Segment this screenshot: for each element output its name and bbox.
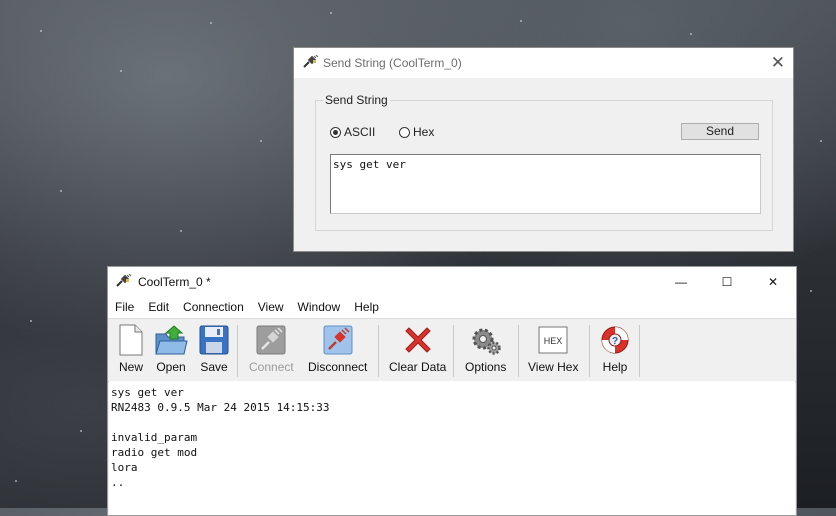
help-button[interactable]: ? Help — [598, 323, 632, 374]
save-button[interactable]: Save — [197, 323, 231, 374]
terminal-line: lora — [111, 461, 138, 474]
view-hex-button[interactable]: HEX View Hex — [528, 323, 578, 374]
hex-radio[interactable]: Hex — [399, 125, 434, 139]
terminal-line: sys get ver — [111, 386, 184, 399]
svg-text:?: ? — [612, 336, 618, 347]
terminal-line: .. — [111, 476, 125, 489]
send-string-dialog: Send String (CoolTerm_0) ✕ Send String A… — [293, 47, 794, 252]
toolbar-separator — [589, 325, 590, 377]
toolbar-separator — [378, 325, 379, 377]
terminal-line: invalid_param — [111, 431, 198, 444]
cable-plug-icon — [303, 54, 319, 72]
coolterm-window: CoolTerm_0 * — ☐ ✕ File Edit Connection … — [107, 266, 797, 516]
send-string-input[interactable]: sys get ver — [330, 154, 761, 214]
toolbar-separator — [453, 325, 454, 377]
window-title-bar[interactable]: CoolTerm_0 * — ☐ ✕ — [108, 267, 796, 297]
new-button[interactable]: New — [114, 323, 148, 374]
ascii-radio[interactable]: ASCII — [330, 125, 375, 139]
floppy-save-icon — [197, 323, 231, 357]
clear-data-label: Clear Data — [389, 360, 447, 374]
lifebuoy-icon: ? — [598, 323, 632, 357]
options-label: Options — [465, 360, 507, 374]
dialog-close-button[interactable]: ✕ — [771, 53, 785, 73]
terminal-output[interactable]: sys get ver RN2483 0.9.5 Mar 24 2015 14:… — [109, 381, 795, 515]
help-label: Help — [602, 360, 628, 374]
minimize-button[interactable]: — — [658, 267, 704, 297]
disconnect-button[interactable]: Disconnect — [308, 323, 367, 374]
gears-icon — [469, 323, 503, 357]
clear-data-button[interactable]: Clear Data — [389, 323, 446, 374]
cable-plug-icon — [116, 273, 132, 291]
hex-view-icon: HEX — [536, 323, 570, 357]
new-label: New — [118, 360, 143, 374]
view-hex-label: View Hex — [528, 360, 579, 374]
menu-bar: File Edit Connection View Window Help — [108, 297, 796, 318]
menu-connection[interactable]: Connection — [176, 297, 251, 318]
connect-button[interactable]: Connect — [249, 323, 294, 374]
ascii-radio-label: ASCII — [344, 125, 376, 139]
toolbar: New Open Save Connect Disconnect Clear D… — [108, 318, 796, 382]
maximize-button[interactable]: ☐ — [704, 267, 750, 297]
dialog-title: Send String (CoolTerm_0) — [323, 56, 462, 70]
svg-text:HEX: HEX — [544, 336, 563, 346]
options-button[interactable]: Options — [465, 323, 506, 374]
save-label: Save — [200, 360, 228, 374]
window-title: CoolTerm_0 * — [138, 275, 211, 289]
hex-radio-dot[interactable] — [399, 126, 410, 138]
open-label: Open — [156, 360, 186, 374]
ascii-radio-dot[interactable] — [330, 126, 341, 138]
send-button[interactable]: Send — [681, 123, 759, 140]
menu-view[interactable]: View — [251, 297, 291, 318]
terminal-line: RN2483 0.9.5 Mar 24 2015 14:15:33 — [111, 401, 330, 414]
disconnect-label: Disconnect — [308, 360, 368, 374]
open-button[interactable]: Open — [154, 323, 188, 374]
toolbar-separator — [237, 325, 238, 377]
close-button[interactable]: ✕ — [750, 267, 796, 297]
menu-window[interactable]: Window — [291, 297, 348, 318]
toolbar-separator — [518, 325, 519, 377]
terminal-line: radio get mod — [111, 446, 198, 459]
menu-edit[interactable]: Edit — [141, 297, 176, 318]
open-folder-icon — [154, 323, 188, 357]
new-file-icon — [114, 323, 148, 357]
connect-plug-icon — [254, 323, 288, 357]
hex-radio-label: Hex — [413, 125, 435, 139]
menu-file[interactable]: File — [108, 297, 141, 318]
disconnect-plug-icon — [321, 323, 355, 357]
menu-help[interactable]: Help — [347, 297, 386, 318]
red-x-icon — [401, 323, 435, 357]
dialog-title-bar[interactable]: Send String (CoolTerm_0) ✕ — [294, 48, 793, 78]
connect-label: Connect — [249, 360, 294, 374]
toolbar-separator — [639, 325, 640, 377]
send-string-group-label: Send String — [323, 93, 390, 107]
